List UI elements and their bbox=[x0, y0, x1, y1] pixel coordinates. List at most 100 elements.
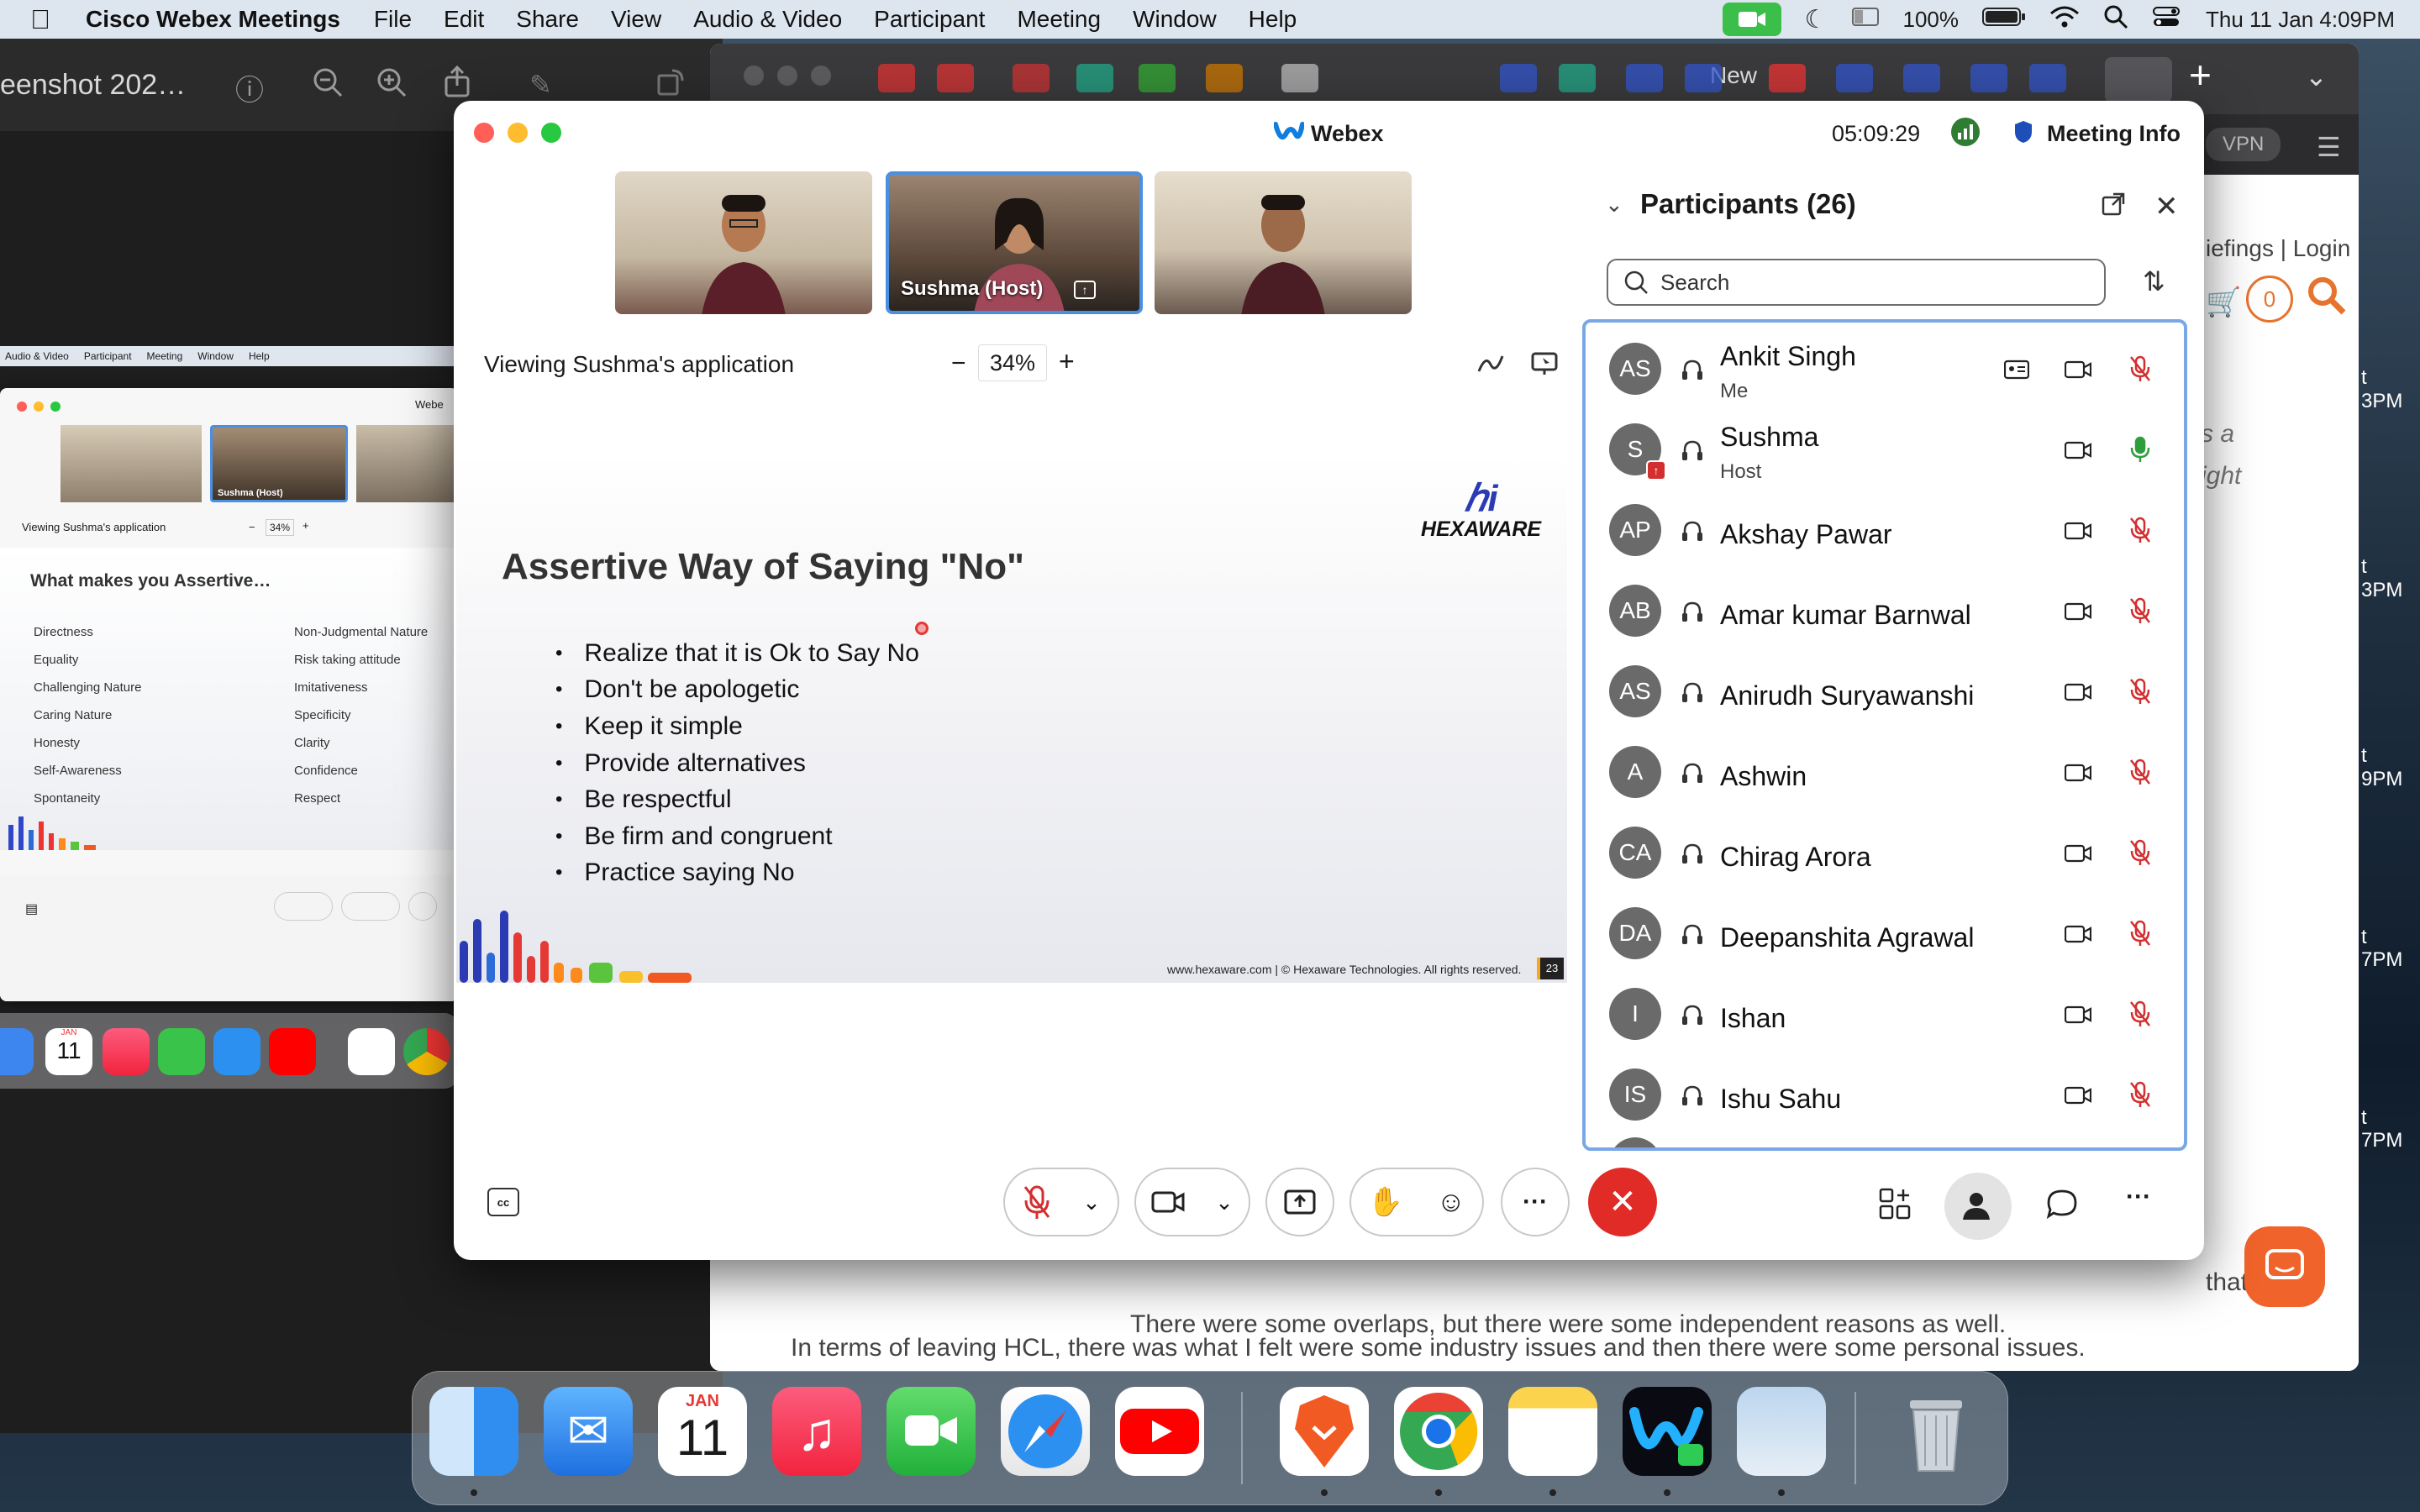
participant-search-input[interactable]: Search bbox=[1607, 259, 2106, 306]
dock-music-icon[interactable]: ♫ bbox=[772, 1387, 861, 1476]
participant-mic-icon[interactable] bbox=[2128, 435, 2152, 468]
participant-video-icon[interactable] bbox=[2064, 763, 2092, 787]
participant-mic-icon[interactable] bbox=[2128, 516, 2152, 549]
browser-tab[interactable] bbox=[1970, 64, 2007, 92]
participant-row[interactable]: CA Chirag Arora bbox=[1586, 813, 2184, 894]
participant-row[interactable]: AS Ankit Singh Me bbox=[1586, 329, 2184, 410]
menu-clock[interactable]: Thu 11 Jan 4:09PM bbox=[2206, 7, 2395, 33]
video-options-chevron-icon[interactable]: ⌄ bbox=[1215, 1189, 1234, 1215]
menu-edit[interactable]: Edit bbox=[444, 6, 484, 33]
participant-mic-icon[interactable] bbox=[2128, 596, 2152, 629]
annotate-icon[interactable] bbox=[1477, 353, 1504, 379]
site-search-icon[interactable] bbox=[2307, 276, 2347, 320]
battery-icon[interactable] bbox=[1982, 7, 2026, 33]
participant-mic-icon[interactable] bbox=[2128, 919, 2152, 952]
video-tile-participant-3[interactable] bbox=[1155, 171, 1412, 314]
menu-app-name[interactable]: Cisco Webex Meetings bbox=[86, 6, 340, 33]
dock-facetime-icon[interactable] bbox=[886, 1387, 976, 1476]
tab-overview-chevron-icon[interactable]: ⌄ bbox=[2305, 60, 2328, 92]
vpn-button[interactable]: VPN bbox=[2206, 128, 2281, 161]
raise-hand-icon[interactable]: ✋ bbox=[1368, 1185, 1403, 1219]
participant-video-icon[interactable] bbox=[2064, 924, 2092, 948]
browser-menu-icon[interactable]: ☰ bbox=[2317, 131, 2341, 163]
apps-icon[interactable] bbox=[1879, 1188, 1912, 1226]
cart-icon[interactable]: 🛒 bbox=[2206, 286, 2241, 319]
collapse-panel-chevron-icon[interactable]: ⌄ bbox=[1605, 192, 1623, 218]
browser-max-light[interactable] bbox=[811, 66, 831, 86]
browser-tab[interactable] bbox=[1903, 64, 1940, 92]
more-options-button[interactable]: ··· bbox=[1501, 1168, 1570, 1236]
dock-notes-icon[interactable] bbox=[1508, 1387, 1597, 1476]
menu-file[interactable]: File bbox=[374, 6, 412, 33]
participant-mic-icon[interactable] bbox=[2128, 758, 2152, 790]
video-tile-participant-1[interactable] bbox=[615, 171, 872, 314]
zoom-out-icon[interactable] bbox=[313, 67, 343, 102]
window-zoom-button[interactable] bbox=[541, 123, 561, 143]
participant-mic-icon[interactable] bbox=[2128, 1000, 2152, 1032]
browser-tab[interactable] bbox=[2029, 64, 2066, 92]
dock-youtube-icon[interactable] bbox=[1115, 1387, 1204, 1476]
browser-tab[interactable] bbox=[937, 64, 974, 92]
dock-finder-icon[interactable] bbox=[429, 1387, 518, 1476]
menu-participant[interactable]: Participant bbox=[874, 6, 985, 33]
menu-audio-video[interactable]: Audio & Video bbox=[693, 6, 842, 33]
browser-tab[interactable] bbox=[1836, 64, 1873, 92]
chat-widget-button[interactable] bbox=[2244, 1226, 2325, 1307]
browser-tab[interactable] bbox=[1769, 64, 1806, 92]
network-health-icon[interactable] bbox=[1951, 118, 1980, 146]
new-tab-plus-icon[interactable]: + bbox=[2189, 52, 2212, 97]
participant-row[interactable]: IS Ishu Sahu bbox=[1586, 1055, 2184, 1136]
participant-mic-icon[interactable] bbox=[2128, 677, 2152, 710]
window-minimize-button[interactable] bbox=[508, 123, 528, 143]
remote-control-icon[interactable] bbox=[1531, 351, 1558, 381]
video-button[interactable]: ⌄ bbox=[1134, 1168, 1250, 1236]
menu-window[interactable]: Window bbox=[1133, 6, 1217, 33]
dock-chrome-icon[interactable] bbox=[1394, 1387, 1483, 1476]
browser-tab[interactable] bbox=[1013, 64, 1050, 92]
chat-icon[interactable] bbox=[2045, 1188, 2079, 1226]
video-tile-host[interactable]: Sushma (Host) ↑ bbox=[886, 171, 1143, 314]
window-close-button[interactable] bbox=[474, 123, 494, 143]
dock-calendar-icon[interactable]: JAN 11 bbox=[658, 1387, 747, 1476]
zoom-in-icon[interactable] bbox=[376, 67, 407, 102]
dock-brave-icon[interactable] bbox=[1280, 1387, 1369, 1476]
popout-panel-icon[interactable] bbox=[2101, 192, 2126, 221]
menu-help[interactable]: Help bbox=[1249, 6, 1297, 33]
participant-video-icon[interactable] bbox=[2064, 521, 2092, 545]
dock-webex-icon[interactable] bbox=[1623, 1387, 1712, 1476]
participant-video-icon[interactable] bbox=[2064, 682, 2092, 706]
participant-row[interactable]: A Ashwin bbox=[1586, 732, 2184, 813]
participant-row[interactable]: I Ishan bbox=[1586, 974, 2184, 1055]
participant-row[interactable]: AS Anirudh Suryawanshi bbox=[1586, 652, 2184, 732]
participant-video-icon[interactable] bbox=[2064, 601, 2092, 626]
browser-tab[interactable] bbox=[1139, 64, 1176, 92]
menu-meeting[interactable]: Meeting bbox=[1017, 6, 1101, 33]
menu-share[interactable]: Share bbox=[516, 6, 579, 33]
participant-mic-icon[interactable] bbox=[2128, 354, 2152, 387]
rotate-icon[interactable] bbox=[655, 67, 686, 102]
close-panel-icon[interactable]: ✕ bbox=[2154, 190, 2179, 223]
mute-options-chevron-icon[interactable]: ⌄ bbox=[1082, 1189, 1101, 1215]
preview-window-title[interactable]: eenshot 202… bbox=[0, 69, 186, 102]
spotlight-search-icon[interactable] bbox=[2103, 4, 2128, 35]
browser-tab[interactable] bbox=[1206, 64, 1243, 92]
dock-safari-icon[interactable] bbox=[1001, 1387, 1090, 1476]
menu-view[interactable]: View bbox=[611, 6, 661, 33]
cart-count-badge[interactable]: 0 bbox=[2246, 276, 2293, 323]
apple-menu-icon[interactable]:  bbox=[30, 4, 60, 35]
participant-row[interactable]: DA Deepanshita Agrawal bbox=[1586, 894, 2184, 974]
leave-meeting-button[interactable]: ✕ bbox=[1588, 1168, 1657, 1236]
participant-mic-icon[interactable] bbox=[2128, 838, 2152, 871]
focus-moon-icon[interactable]: ☾ bbox=[1805, 5, 1828, 34]
dock-mail-icon[interactable]: ✉ bbox=[544, 1387, 633, 1476]
meeting-info-button[interactable]: Meeting Info bbox=[2047, 121, 2181, 147]
participant-video-icon[interactable] bbox=[2064, 1005, 2092, 1029]
zoom-in-button[interactable]: + bbox=[1059, 346, 1075, 377]
participants-toggle-button[interactable] bbox=[1944, 1173, 2012, 1240]
browser-close-light[interactable] bbox=[744, 66, 764, 86]
participant-video-icon[interactable] bbox=[2064, 440, 2092, 465]
zoom-level-field[interactable]: 34% bbox=[978, 344, 1047, 381]
camera-in-use-icon[interactable] bbox=[1722, 3, 1781, 36]
browser-tab[interactable] bbox=[1685, 64, 1722, 92]
active-tab[interactable] bbox=[2105, 57, 2172, 102]
